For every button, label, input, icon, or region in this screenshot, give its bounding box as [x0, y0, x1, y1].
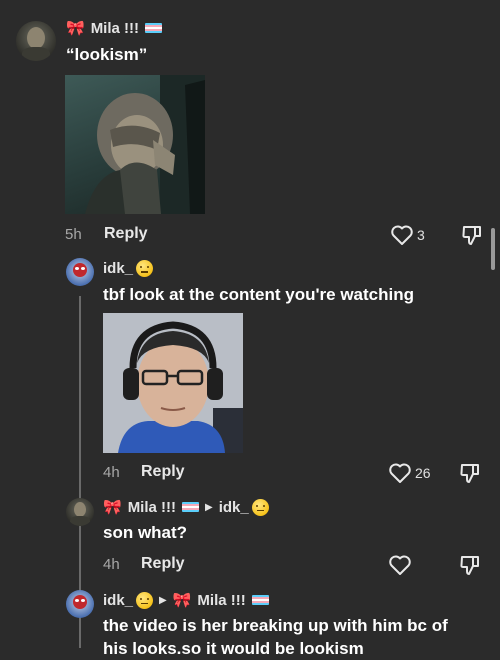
grimace-emoji-icon [136, 260, 154, 277]
comment-time: 4h [103, 556, 120, 573]
reply-to-username[interactable]: idk_ [219, 499, 249, 516]
thumbs-down-outline-icon[interactable] [461, 224, 483, 246]
thumbs-down-outline-icon[interactable] [459, 554, 481, 576]
avatar[interactable] [66, 498, 94, 526]
trans-flag-icon [251, 595, 269, 605]
comment-text: son what? [103, 523, 188, 542]
comment-username[interactable]: 🎀 Mila !!! [66, 19, 163, 37]
comment-image[interactable] [103, 313, 243, 453]
heart-outline-icon[interactable] [388, 554, 412, 576]
username-text: Mila !!! [127, 498, 177, 516]
bow-icon: 🎀 [66, 20, 85, 37]
comment-time: 4h [103, 464, 120, 481]
reply-button[interactable]: Reply [141, 555, 185, 573]
comment-text-line-2: his looks.so it would be lookism [103, 639, 364, 658]
comment-text-line-1: the video is her breaking up with him bc… [103, 616, 448, 635]
reply-arrow-icon: ▶ [205, 501, 213, 513]
avatar[interactable] [16, 21, 56, 61]
heart-outline-icon[interactable] [390, 224, 414, 246]
trans-flag-icon [182, 502, 200, 512]
username-text: Mila !!! [90, 19, 140, 37]
man-facepalm-image [85, 75, 205, 214]
comment-image[interactable] [65, 75, 205, 214]
bow-icon: 🎀 [172, 592, 192, 609]
thumbs-down-outline-icon[interactable] [459, 462, 481, 484]
heart-outline-icon[interactable] [388, 462, 412, 484]
grimace-emoji-icon [136, 591, 154, 609]
reply-button[interactable]: Reply [141, 463, 185, 481]
comment-username[interactable]: idk_ [103, 260, 154, 277]
reply-to-username[interactable]: Mila !!! [197, 592, 245, 609]
like-count: 26 [415, 465, 431, 481]
comment-text: tbf look at the content you're watching [103, 285, 414, 304]
comment-text: “lookism” [66, 45, 148, 64]
man-with-headphones-image [103, 313, 243, 453]
reply-arrow-icon: ▶ [159, 594, 167, 606]
avatar[interactable] [66, 258, 94, 286]
scrollbar[interactable] [491, 228, 495, 270]
grimace-emoji-icon [251, 498, 269, 516]
comment-time: 5h [65, 226, 82, 243]
like-count: 3 [417, 227, 425, 243]
avatar[interactable] [66, 590, 94, 618]
username-text: idk_ [103, 591, 134, 609]
reply-button[interactable]: Reply [104, 225, 148, 243]
trans-flag-icon [145, 23, 163, 33]
comment-username[interactable]: idk_ ▶ 🎀 Mila !!! [103, 591, 269, 609]
username-text: idk_ [103, 260, 134, 277]
bow-icon: 🎀 [103, 499, 122, 516]
comment-username[interactable]: 🎀 Mila !!! ▶ idk_ [103, 498, 269, 516]
